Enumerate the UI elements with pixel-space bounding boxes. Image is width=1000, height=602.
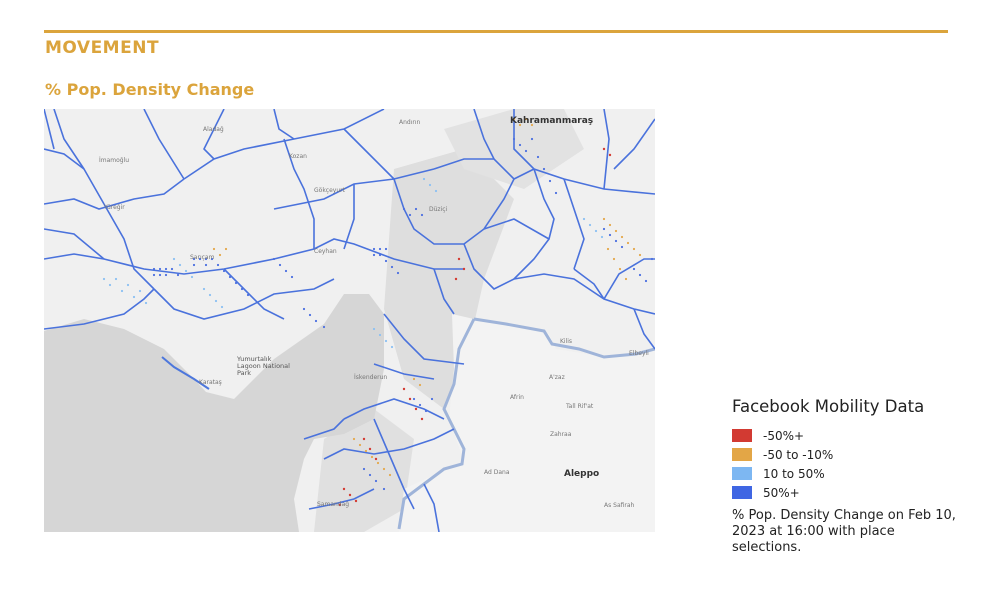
legend-item: -50 to -10%: [732, 445, 972, 464]
map-label-gokceyurt: Gökçeyurt: [314, 187, 345, 194]
map-subtitle: % Pop. Density Change: [45, 80, 255, 99]
map-label-tal-rifat: Tall Rif'at: [566, 403, 594, 410]
map-label-karatas: Karataş: [199, 379, 222, 386]
legend-item: -50%+: [732, 426, 972, 445]
map-label-ad-dana: Ad Dana: [484, 469, 510, 476]
legend-swatch-red: [732, 429, 752, 442]
map-label-yumurtalik: Yumurtalık Lagoon National Park: [237, 355, 290, 377]
legend-item: 10 to 50%: [732, 464, 972, 483]
map-label-kahramanmaras: Kahramanmaraş: [510, 116, 594, 126]
legend-swatch-blue: [732, 486, 752, 499]
map-label-as-safirah: As Safirah: [604, 502, 635, 509]
section-title: MOVEMENT: [45, 38, 160, 58]
map-label-zahraa: Zahraa: [550, 431, 572, 438]
map-legend: Facebook Mobility Data -50%+ -50 to -10%…: [732, 397, 972, 502]
legend-title: Facebook Mobility Data: [732, 397, 925, 416]
legend-label: -50 to -10%: [763, 447, 834, 462]
density-change-map[interactable]: Kahramanmaraş Düziçi Ceyhan Sarıçam Koza…: [44, 109, 655, 532]
legend-label: 10 to 50%: [763, 466, 825, 481]
legend-swatch-light-blue: [732, 467, 752, 480]
map-label-aladag: Aladağ: [203, 126, 224, 133]
map-label-kozan: Kozan: [289, 153, 307, 160]
map-label-iskenderun: İskenderun: [354, 374, 388, 381]
legend-item: 50%+: [732, 483, 972, 502]
legend-label: -50%+: [763, 428, 805, 443]
legend-label: 50%+: [763, 485, 800, 500]
map-label-azaz: A'zaz: [549, 374, 565, 381]
map-label-saricam: Sarıçam: [190, 254, 215, 261]
map-label-elbeyli: Elbeyli: [629, 350, 649, 357]
legend-swatch-orange: [732, 448, 752, 461]
map-label-andirin: Andırın: [399, 119, 421, 126]
map-label-ceyhan: Ceyhan: [314, 248, 337, 255]
map-label-yuregir: Yüreğir: [104, 204, 125, 211]
section-divider: [44, 30, 948, 33]
map-label-duzici: Düziçi: [429, 206, 448, 213]
map-label-afrin: Afrin: [510, 394, 524, 401]
map-caption: % Pop. Density Change on Feb 10, 2023 at…: [732, 508, 956, 555]
map-label-samandag: Samandağ: [317, 501, 350, 508]
map-label-imamoglu: İmamoğlu: [99, 157, 130, 164]
map-label-aleppo: Aleppo: [564, 469, 600, 479]
map-label-kilis: Kilis: [560, 338, 573, 345]
